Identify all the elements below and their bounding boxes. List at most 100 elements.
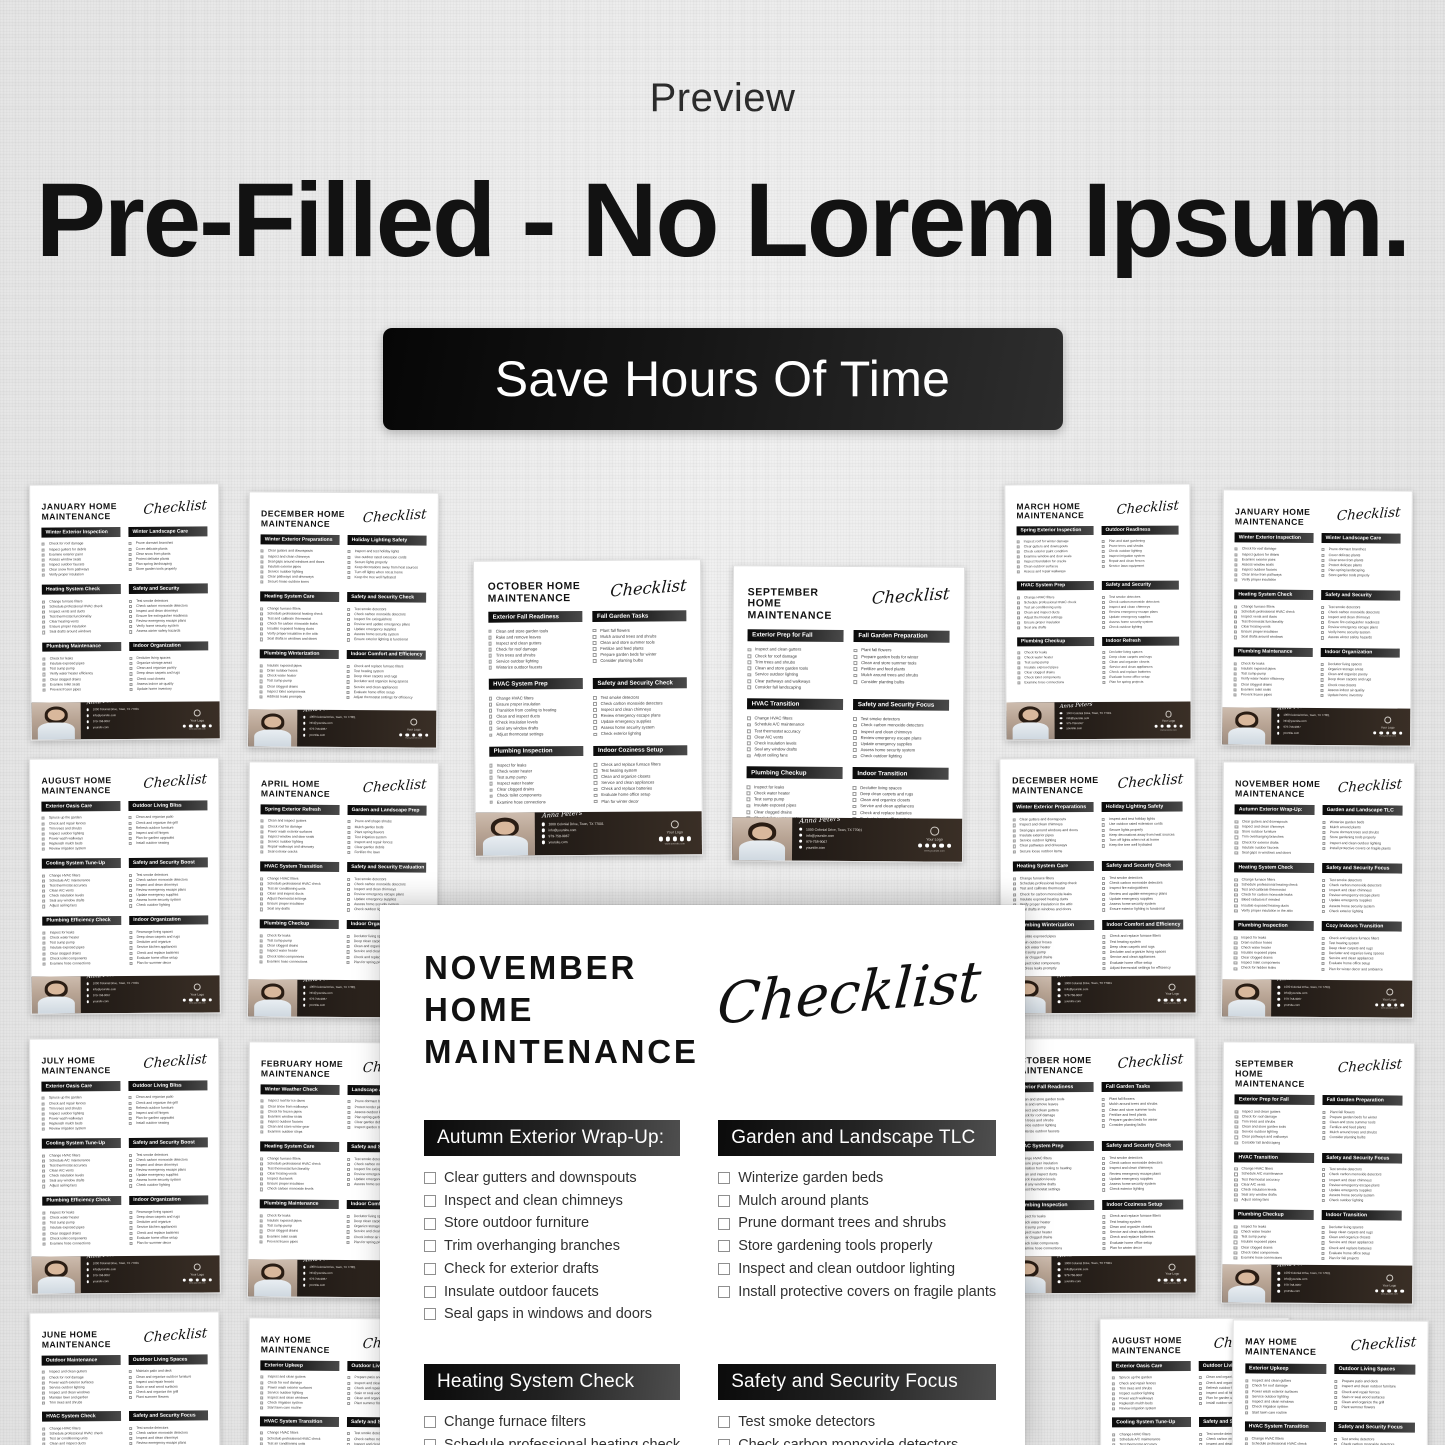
checkbox-icon[interactable]	[1101, 1103, 1106, 1107]
checkbox-icon[interactable]	[424, 1416, 436, 1429]
checklist-item[interactable]: Test air conditioning units	[260, 1441, 339, 1445]
checkbox-icon[interactable]	[347, 1432, 351, 1436]
checkbox-icon[interactable]	[129, 899, 133, 903]
checklist-item[interactable]: Plant summer flowers	[1334, 1405, 1415, 1411]
youtube-icon[interactable]	[1183, 998, 1188, 1002]
checkbox-icon[interactable]	[260, 1120, 264, 1124]
checkbox-icon[interactable]	[260, 1104, 264, 1109]
checkbox-icon[interactable]	[346, 665, 350, 669]
checkbox-icon[interactable]	[593, 787, 598, 792]
youtube-icon[interactable]	[1400, 1003, 1404, 1007]
checkbox-icon[interactable]	[1102, 844, 1106, 848]
checklist-item[interactable]: Winterize garden beds	[718, 1167, 996, 1190]
checkbox-icon[interactable]	[346, 1437, 351, 1441]
checkbox-icon[interactable]	[42, 1174, 46, 1178]
checkbox-icon[interactable]	[1016, 601, 1021, 605]
checkbox-icon[interactable]	[42, 667, 46, 672]
checkbox-icon[interactable]	[1101, 833, 1106, 838]
linkedin-icon[interactable]	[1394, 1289, 1398, 1293]
checkbox-icon[interactable]	[128, 836, 132, 840]
checkbox-icon[interactable]	[1321, 553, 1325, 557]
checkbox-icon[interactable]	[129, 878, 133, 882]
checkbox-icon[interactable]	[1016, 565, 1020, 569]
checkbox-icon[interactable]	[1017, 661, 1021, 665]
checkbox-icon[interactable]	[260, 632, 264, 636]
facebook-icon[interactable]	[1373, 731, 1377, 735]
checklist-item[interactable]: Review irrigation system	[41, 846, 121, 852]
checkbox-icon[interactable]	[1234, 1183, 1238, 1187]
checklist-item[interactable]: Seal drafts around windows	[1234, 635, 1313, 641]
instagram-icon[interactable]	[1381, 1003, 1385, 1007]
checkbox-icon[interactable]	[1102, 1231, 1106, 1235]
checklist-item[interactable]: Inspect and clean outdoor lighting	[718, 1258, 996, 1281]
checkbox-icon[interactable]	[347, 1115, 351, 1119]
checkbox-icon[interactable]	[592, 695, 597, 700]
checkbox-icon[interactable]	[129, 1169, 133, 1173]
social-icons-row[interactable]	[1372, 1289, 1406, 1293]
checklist-item[interactable]: Examine hose connections	[42, 961, 122, 967]
checkbox-icon[interactable]	[42, 1432, 46, 1436]
checkbox-icon[interactable]	[1322, 1131, 1326, 1135]
checkbox-icon[interactable]	[852, 736, 857, 740]
checkbox-icon[interactable]	[1234, 615, 1238, 619]
checkbox-icon[interactable]	[41, 568, 46, 572]
checkbox-icon[interactable]	[1198, 1381, 1203, 1385]
facebook-icon[interactable]	[918, 843, 923, 848]
checkbox-icon[interactable]	[1102, 610, 1106, 614]
checkbox-icon[interactable]	[1233, 1230, 1238, 1234]
checklist-thumbnail[interactable]: SEPTEMBER HOME MAINTENANCE Checklist Exterio…	[730, 565, 966, 863]
checklist-item[interactable]: Prevent frozen pipes	[1233, 692, 1313, 698]
checkbox-icon[interactable]	[1102, 1177, 1106, 1181]
checkbox-icon[interactable]	[1234, 1198, 1238, 1202]
checklist-item[interactable]: Install protective covers on fragile pla…	[1322, 846, 1401, 852]
checkbox-icon[interactable]	[1234, 1167, 1238, 1171]
checkbox-icon[interactable]	[42, 620, 46, 624]
checkbox-icon[interactable]	[1234, 878, 1238, 882]
checkbox-icon[interactable]	[347, 570, 351, 574]
checkbox-icon[interactable]	[129, 1426, 133, 1430]
instagram-icon[interactable]	[189, 998, 193, 1002]
checkbox-icon[interactable]	[347, 1183, 351, 1187]
linkedin-icon[interactable]	[939, 843, 944, 849]
checkbox-icon[interactable]	[747, 654, 751, 658]
checkbox-icon[interactable]	[1016, 555, 1020, 559]
checkbox-icon[interactable]	[259, 684, 263, 689]
checkbox-icon[interactable]	[260, 1162, 264, 1166]
checkbox-icon[interactable]	[1321, 1241, 1325, 1245]
checklist-item[interactable]: Consider planting bulbs	[592, 657, 688, 664]
checkbox-icon[interactable]	[487, 629, 492, 634]
checkbox-icon[interactable]	[1101, 560, 1105, 564]
checklist-item[interactable]: Seal drafts in windows and doors	[260, 637, 339, 643]
checkbox-icon[interactable]	[42, 678, 46, 682]
checkbox-icon[interactable]	[129, 873, 133, 877]
checkbox-icon[interactable]	[41, 1112, 46, 1116]
checkbox-icon[interactable]	[42, 1237, 46, 1241]
checkbox-icon[interactable]	[1234, 825, 1238, 829]
instagram-icon[interactable]	[1381, 1289, 1385, 1293]
checklist-thumbnail[interactable]: JANUARY HOME MAINTENANCE Checklist Winter E…	[29, 483, 221, 741]
checkbox-icon[interactable]	[488, 702, 493, 707]
checkbox-icon[interactable]	[129, 951, 133, 955]
checkbox-icon[interactable]	[1102, 680, 1106, 684]
checklist-item[interactable]: Store garden tools properly	[128, 566, 208, 572]
checkbox-icon[interactable]	[42, 1169, 46, 1173]
checkbox-icon[interactable]	[746, 741, 751, 746]
checkbox-icon[interactable]	[1322, 1136, 1326, 1140]
checkbox-icon[interactable]	[852, 729, 857, 734]
checkbox-icon[interactable]	[346, 1220, 350, 1224]
checkbox-icon[interactable]	[41, 1122, 46, 1126]
checkbox-icon[interactable]	[41, 847, 46, 851]
checkbox-icon[interactable]	[1233, 946, 1238, 950]
checkbox-icon[interactable]	[1320, 678, 1324, 682]
checkbox-icon[interactable]	[260, 575, 264, 579]
checkbox-icon[interactable]	[260, 1401, 264, 1405]
checkbox-icon[interactable]	[1233, 682, 1237, 687]
checkbox-icon[interactable]	[1234, 1130, 1238, 1134]
checkbox-icon[interactable]	[593, 714, 597, 718]
checklist-item[interactable]: Ensure exterior lighting is functional	[346, 637, 426, 643]
checkbox-icon[interactable]	[129, 941, 133, 945]
checkbox-icon[interactable]	[347, 1381, 351, 1385]
checkbox-icon[interactable]	[852, 748, 857, 753]
checkbox-icon[interactable]	[1102, 956, 1106, 960]
checkbox-icon[interactable]	[1233, 662, 1238, 666]
